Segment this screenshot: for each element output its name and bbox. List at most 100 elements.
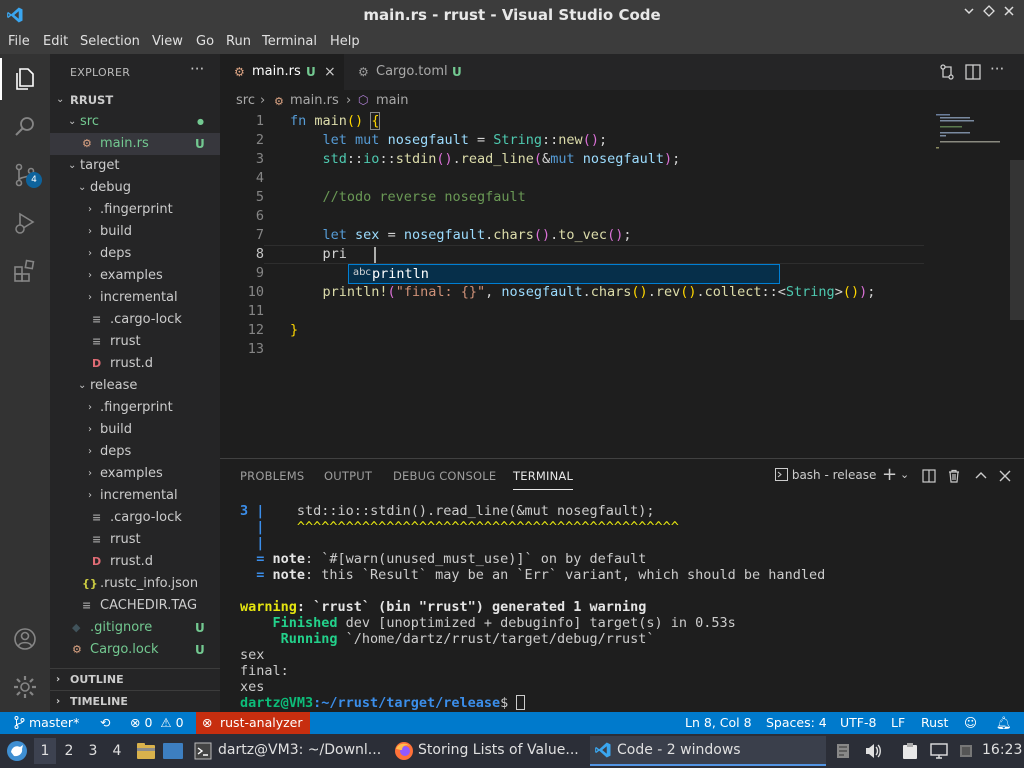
cursor-position[interactable]: Ln 8, Col 8 <box>685 715 752 730</box>
indentation[interactable]: Spaces: 4 <box>766 715 827 730</box>
tree-item[interactable]: › examples <box>50 463 220 485</box>
split-terminal-icon[interactable] <box>922 469 936 483</box>
tree-item[interactable]: › deps <box>50 243 220 265</box>
sync-icon[interactable]: ⟲ <box>100 715 110 730</box>
line-ending[interactable]: LF <box>891 715 905 730</box>
tree-item[interactable]: › deps <box>50 441 220 463</box>
desktop-icon[interactable] <box>162 742 184 760</box>
bell-icon[interactable]: 🔔︎ <box>996 715 1012 731</box>
extensions-activity[interactable] <box>12 258 38 284</box>
close-icon[interactable] <box>998 469 1012 483</box>
tree-item[interactable]: {} .rustc_info.json <box>50 573 220 595</box>
feedback-icon[interactable]: ☺ <box>964 715 977 730</box>
workspace-4[interactable]: 4 <box>106 738 128 764</box>
terminal-prompt[interactable]: dartz@VM3:~/rrust/target/release$ <box>240 695 526 711</box>
search-activity[interactable] <box>12 114 38 140</box>
accounts-activity[interactable] <box>12 626 38 652</box>
open-changes-icon[interactable] <box>938 63 956 81</box>
vertical-scrollbar[interactable] <box>1010 160 1024 320</box>
tree-item[interactable]: › incremental <box>50 485 220 507</box>
tree-item[interactable]: › incremental <box>50 287 220 309</box>
tree-item[interactable]: Drrust.d <box>50 353 220 375</box>
restore-button[interactable] <box>980 5 998 23</box>
branch-status[interactable]: master* <box>14 715 79 730</box>
chevron-up-icon[interactable] <box>974 469 988 483</box>
menu-terminal[interactable]: Terminal <box>262 34 317 49</box>
encoding[interactable]: UTF-8 <box>840 715 876 730</box>
tray-icon[interactable] <box>836 743 850 759</box>
workspace-2[interactable]: 2 <box>58 738 80 764</box>
problems-status[interactable]: ⊗ 0 ⚠ 0 <box>130 715 184 730</box>
clipboard-icon[interactable] <box>902 742 918 760</box>
menu-file[interactable]: File <box>8 34 30 49</box>
network-icon[interactable] <box>930 743 948 759</box>
trash-icon[interactable] <box>947 469 961 483</box>
display-icon[interactable] <box>958 743 974 759</box>
editor-more-button[interactable]: ··· <box>990 60 1008 78</box>
tree-item[interactable]: ≡ rrust <box>50 529 220 551</box>
tree-item[interactable]: ≡ rrust <box>50 331 220 353</box>
explorer-activity[interactable] <box>0 58 38 100</box>
tab-output[interactable]: OUTPUT <box>324 469 372 483</box>
close-window-button[interactable] <box>1000 5 1018 23</box>
workspace-root[interactable]: ⌄ RRUST <box>50 89 220 111</box>
minimize-button[interactable] <box>960 5 978 23</box>
start-menu-icon[interactable] <box>6 740 28 762</box>
tab-terminal[interactable]: TERMINAL <box>513 469 574 490</box>
menu-view[interactable]: View <box>152 34 183 49</box>
tree-item[interactable]: ⌄ release <box>50 375 220 397</box>
rust-analyzer-status[interactable]: ⊗ rust-analyzer <box>196 712 310 734</box>
split-editor-icon[interactable] <box>964 63 982 81</box>
tree-item[interactable]: ⌄ target <box>50 155 220 177</box>
menu-selection[interactable]: Selection <box>80 34 140 49</box>
tree-item[interactable]: ≡ .cargo-lock <box>50 309 220 331</box>
new-terminal-button[interactable]: + <box>882 464 897 485</box>
menu-go[interactable]: Go <box>196 34 214 49</box>
manage-activity[interactable] <box>12 674 38 700</box>
tree-item[interactable]: ◆ .gitignore U <box>50 617 220 639</box>
workspace-1[interactable]: 1 <box>34 738 56 764</box>
taskbar-window-firefox[interactable]: Storing Lists of Value... <box>390 736 586 766</box>
tree-item[interactable]: ⚙ Cargo.lock U <box>50 639 220 661</box>
breadcrumb-file[interactable]: main.rs <box>290 93 339 108</box>
terminal-selector[interactable]: bash - release <box>775 468 876 482</box>
workspace-3[interactable]: 3 <box>82 738 104 764</box>
tree-item[interactable]: ⌄ debug <box>50 177 220 199</box>
tree-item[interactable]: Drrust.d <box>50 551 220 573</box>
taskbar-window-terminal[interactable]: dartz@VM3: ~/Downl... <box>190 736 385 766</box>
menu-help[interactable]: Help <box>330 34 360 49</box>
file-manager-icon[interactable] <box>136 742 156 760</box>
run-debug-activity[interactable] <box>12 210 38 236</box>
close-tab-button[interactable]: × <box>324 54 336 90</box>
tree-item[interactable]: › .fingerprint <box>50 199 220 221</box>
breadcrumb-symbol[interactable]: main <box>376 93 408 108</box>
tab-cargo-toml[interactable]: ⚙ Cargo.toml U <box>344 54 478 90</box>
tree-item[interactable]: ⚙ main.rs U <box>50 133 220 155</box>
tree-item[interactable]: › examples <box>50 265 220 287</box>
suggestion-widget[interactable]: abc println <box>348 264 780 284</box>
code-editor[interactable]: 1 2 3 4 5 6 7 8 9 10 11 12 13 fn main() { let mut no… <box>220 112 1024 458</box>
breadcrumb-folder[interactable]: src <box>236 93 255 108</box>
tree-item[interactable]: › build <box>50 419 220 441</box>
tree-item[interactable]: ≡ CACHEDIR.TAG <box>50 595 220 617</box>
tab-problems[interactable]: PROBLEMS <box>240 469 304 483</box>
timeline-section[interactable]: › TIMELINE <box>50 690 220 712</box>
menu-edit[interactable]: Edit <box>43 34 68 49</box>
lines-file-icon: ≡ <box>92 313 102 326</box>
menu-run[interactable]: Run <box>226 34 251 49</box>
volume-icon[interactable] <box>864 743 882 759</box>
code-line-8: pri <box>322 246 347 262</box>
outline-section[interactable]: › OUTLINE <box>50 668 220 690</box>
tab-debug-console[interactable]: DEBUG CONSOLE <box>393 469 496 483</box>
language-mode[interactable]: Rust <box>921 715 948 730</box>
tree-item[interactable]: ⌄ src ● <box>50 111 220 133</box>
tab-main-rs[interactable]: ⚙ main.rs U × <box>220 54 344 90</box>
suggestion-item[interactable]: println <box>372 265 429 283</box>
minimap[interactable] <box>932 112 1012 152</box>
tree-item[interactable]: › build <box>50 221 220 243</box>
tree-item[interactable]: › .fingerprint <box>50 397 220 419</box>
taskbar-window-code[interactable]: Code - 2 windows <box>590 736 826 766</box>
tree-item[interactable]: ≡ .cargo-lock <box>50 507 220 529</box>
more-actions-button[interactable]: ··· <box>190 60 204 78</box>
chevron-down-icon[interactable]: ⌄ <box>900 468 909 481</box>
